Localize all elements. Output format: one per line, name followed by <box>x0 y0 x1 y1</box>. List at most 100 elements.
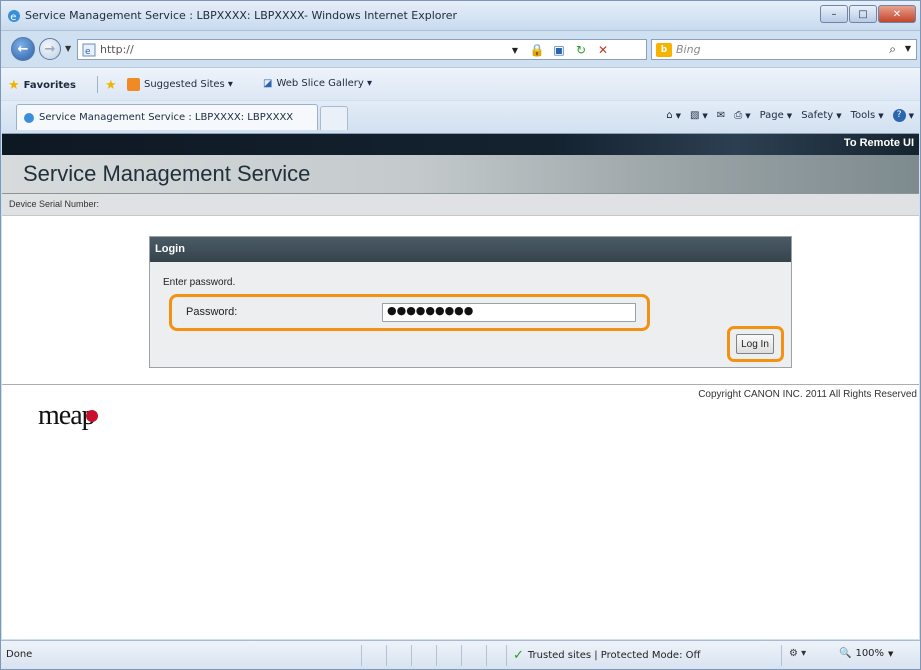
meap-logo: meap <box>38 400 98 432</box>
mail-icon: ✉ <box>716 110 726 121</box>
home-icon: ⌂ <box>666 110 673 121</box>
stop-icon[interactable]: ✕ <box>595 42 611 58</box>
zoom-control[interactable]: 🔍 100% ▼ <box>839 648 893 659</box>
page-menu-label: Page <box>759 110 784 121</box>
home-button[interactable]: ⌂ ▼ <box>666 110 681 121</box>
page-chevron-icon: ▼ <box>786 111 793 120</box>
login-button-highlight: Log In <box>727 326 784 362</box>
favorites-bar: ★ Favorites ★ Suggested Sites ▾ ◪ Web Sl… <box>1 67 920 100</box>
login-button[interactable]: Log In <box>736 334 774 354</box>
meap-logo-dot <box>85 410 98 422</box>
password-field[interactable]: ●●●●●●●●● <box>382 303 636 322</box>
safety-menu[interactable]: Safety ▼ <box>801 110 841 121</box>
help-icon: ? <box>892 109 906 122</box>
device-serial-label: Device Serial Number: <box>9 199 100 209</box>
password-label: Password: <box>186 306 238 318</box>
web-slice-gallery-link[interactable]: ◪ Web Slice Gallery ▾ <box>263 78 372 89</box>
window-title: Service Management Service : LBPXXXX: LB… <box>25 9 458 22</box>
add-to-favorites-bar-button[interactable]: ★ <box>105 78 117 93</box>
tools-menu-label: Tools <box>850 110 876 121</box>
safety-menu-label: Safety <box>801 110 834 121</box>
status-divider <box>436 645 437 666</box>
suggested-sites-icon <box>127 78 140 91</box>
login-panel: Login Enter password. Password: ●●●●●●●●… <box>149 236 792 368</box>
serial-bar: Device Serial Number: <box>2 194 919 216</box>
address-tools: ▼ 🔒 ▣ ↻ ✕ <box>507 41 611 59</box>
search-icon[interactable]: ⌕ <box>889 42 896 57</box>
page-content: To Remote UI Service Management Service … <box>2 133 919 639</box>
suggested-sites-link[interactable]: Suggested Sites ▾ <box>127 78 233 91</box>
web-slice-gallery-label: Web Slice Gallery ▾ <box>276 78 372 89</box>
compatibility-view-icon[interactable]: ▣ <box>551 42 567 58</box>
security-zone-label: Trusted sites | Protected Mode: Off <box>527 650 701 661</box>
print-icon: ⎙ <box>734 110 743 121</box>
tools-menu[interactable]: Tools ▼ <box>851 110 884 121</box>
forward-button[interactable]: → <box>39 38 61 60</box>
page-icon: e <box>82 43 96 57</box>
new-tab-button[interactable] <box>320 106 348 130</box>
status-divider <box>781 645 782 666</box>
zoom-chevron-icon: ▼ <box>888 649 894 658</box>
bing-icon: b <box>656 42 672 57</box>
search-options-chevron-icon[interactable]: ▼ <box>905 44 911 53</box>
print-button[interactable]: ⎙ ▼ <box>734 110 750 121</box>
security-zone[interactable]: ✓ Trusted sites | Protected Mode: Off <box>513 648 700 663</box>
page-title: Service Management Service <box>23 161 311 186</box>
lock-icon[interactable]: 🔒 <box>529 42 545 58</box>
tab-title: Service Management Service : LBPXXXX: LB… <box>39 112 294 123</box>
status-divider <box>486 645 487 666</box>
close-button[interactable]: ✕ <box>878 5 916 23</box>
window-controls: – □ ✕ <box>820 5 916 25</box>
enter-password-instruction: Enter password. <box>163 277 236 288</box>
zoom-level: 100% <box>855 648 885 659</box>
feeds-chevron-icon: ▼ <box>702 111 708 120</box>
command-bar: ⌂ ▼ ▧ ▼ ✉ ⎙ ▼ Page ▼ Safety ▼ Tools ▼ ? ▼ <box>666 109 914 122</box>
status-bar: Done ✓ Trusted sites | Protected Mode: O… <box>1 640 920 669</box>
back-button[interactable]: ← <box>11 37 35 61</box>
trusted-check-icon: ✓ <box>513 648 524 663</box>
recent-pages-chevron-icon[interactable]: ▼ <box>65 44 71 53</box>
feeds-icon: ▧ <box>689 110 700 121</box>
back-arrow-icon: ← <box>17 41 29 57</box>
page-menu[interactable]: Page ▼ <box>760 110 793 121</box>
popup-settings-icon[interactable]: ⚙ ▾ <box>789 648 806 659</box>
tab-row: Service Management Service : LBPXXXX: LB… <box>1 101 920 133</box>
mail-button[interactable]: ✉ <box>717 110 725 121</box>
home-chevron-icon: ▼ <box>675 111 681 120</box>
search-placeholder: Bing <box>676 43 701 56</box>
browser-tab[interactable]: Service Management Service : LBPXXXX: LB… <box>16 104 318 130</box>
help-button[interactable]: ? ▼ <box>892 109 914 122</box>
status-divider <box>386 645 387 666</box>
to-remote-ui-link[interactable]: To Remote UI <box>844 137 914 149</box>
print-chevron-icon: ▼ <box>745 111 751 120</box>
favorites-separator <box>97 76 98 93</box>
password-highlight: Password: ●●●●●●●●● <box>169 294 650 331</box>
refresh-icon[interactable]: ↻ <box>573 42 589 58</box>
svg-text:e: e <box>10 12 16 23</box>
maximize-button[interactable]: □ <box>849 5 877 23</box>
favorites-label: Favorites <box>23 80 76 91</box>
minimize-button[interactable]: – <box>820 5 848 23</box>
ie-icon: e <box>8 10 20 23</box>
status-divider <box>506 645 507 666</box>
copyright-text: Copyright CANON INC. 2011 All Rights Res… <box>698 389 917 400</box>
top-band: To Remote UI <box>2 134 919 155</box>
safety-chevron-icon: ▼ <box>836 111 842 120</box>
web-slice-icon: ◪ <box>263 78 273 89</box>
status-divider <box>461 645 462 666</box>
tools-chevron-icon: ▼ <box>878 111 884 120</box>
add-favorite-icon: ★ <box>105 78 117 93</box>
browser-window: e Service Management Service : LBPXXXX: … <box>0 0 921 670</box>
dropdown-chevron-icon[interactable]: ▼ <box>507 42 523 58</box>
login-heading: Login <box>150 237 791 262</box>
status-text: Done <box>6 649 33 660</box>
footer-divider <box>2 384 919 385</box>
tab-ie-icon <box>24 112 34 123</box>
forward-arrow-icon: → <box>44 41 56 57</box>
url-text: http:// <box>100 43 134 56</box>
favorites-button[interactable]: ★ Favorites <box>8 78 76 93</box>
search-box[interactable]: b Bing ⌕ ▼ <box>651 39 917 60</box>
feeds-button[interactable]: ▧ ▼ <box>690 110 708 121</box>
help-chevron-icon: ▼ <box>908 111 914 120</box>
zoom-icon: 🔍 <box>839 648 852 659</box>
